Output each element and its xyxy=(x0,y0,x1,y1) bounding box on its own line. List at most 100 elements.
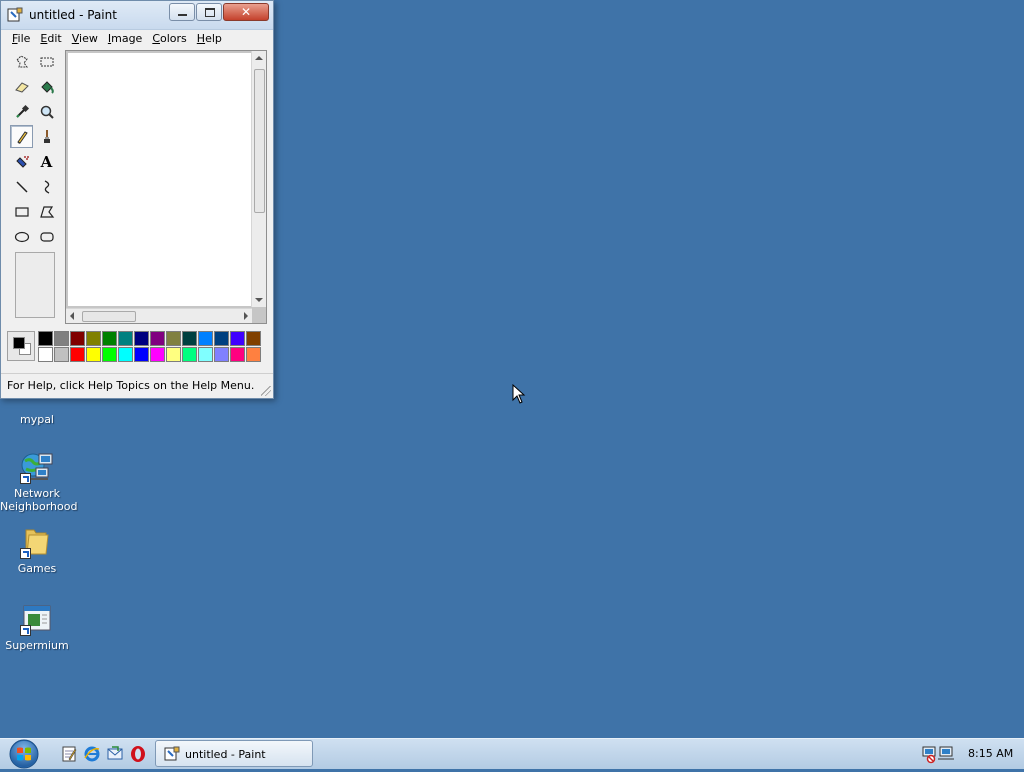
pencil-icon xyxy=(16,130,28,144)
color-swatch[interactable] xyxy=(166,347,181,362)
color-swatch[interactable] xyxy=(150,347,165,362)
eraser-tool[interactable] xyxy=(10,75,33,98)
rounded-rectangle-icon xyxy=(39,231,54,242)
windows-logo-icon xyxy=(9,739,39,769)
paint-window[interactable]: untitled - Paint ✕ File Edit View Image … xyxy=(0,0,274,399)
menu-help[interactable]: Help xyxy=(192,31,227,49)
close-icon: ✕ xyxy=(240,5,252,19)
outlook-express-icon[interactable] xyxy=(106,745,124,763)
color-swatch[interactable] xyxy=(246,347,261,362)
menu-file[interactable]: File xyxy=(7,31,35,49)
color-swatch[interactable] xyxy=(198,347,213,362)
color-swatch[interactable] xyxy=(230,331,245,346)
color-swatch[interactable] xyxy=(246,331,261,346)
color-swatch[interactable] xyxy=(134,347,149,362)
resize-grip-icon[interactable] xyxy=(261,386,271,396)
desktop-icon-supermium[interactable]: Supermium xyxy=(0,602,74,652)
color-palette xyxy=(7,331,269,363)
rectangle-tool[interactable] xyxy=(10,200,33,223)
maximize-button[interactable] xyxy=(196,3,222,21)
tool-options-box[interactable] xyxy=(15,252,55,318)
free-form-select-tool[interactable] xyxy=(10,50,33,73)
color-swatch[interactable] xyxy=(118,331,133,346)
menu-image[interactable]: Image xyxy=(103,31,147,49)
color-swatch[interactable] xyxy=(182,331,197,346)
color-swatch[interactable] xyxy=(70,331,85,346)
scroll-down-icon[interactable] xyxy=(255,298,263,302)
color-swatch[interactable] xyxy=(102,331,117,346)
text-tool[interactable]: A xyxy=(35,150,58,173)
eraser-icon xyxy=(14,81,29,93)
eyedropper-icon xyxy=(15,104,29,118)
paint-app-icon[interactable] xyxy=(7,7,23,23)
polygon-tool[interactable] xyxy=(35,200,58,223)
color-swatch[interactable] xyxy=(198,331,213,346)
curve-tool[interactable] xyxy=(35,175,58,198)
color-swatch[interactable] xyxy=(134,331,149,346)
line-icon xyxy=(15,180,28,193)
color-swatch[interactable] xyxy=(38,347,53,362)
desktop-icon-network-neighborhood[interactable]: Network Neighborhood xyxy=(0,450,78,513)
fill-bucket-icon xyxy=(40,80,54,94)
color-swatch[interactable] xyxy=(214,347,229,362)
scroll-left-icon[interactable] xyxy=(70,312,74,320)
rectangle-icon xyxy=(14,206,29,217)
color-swatch[interactable] xyxy=(230,347,245,362)
horizontal-scroll-thumb[interactable] xyxy=(82,311,136,322)
magnifier-tool[interactable] xyxy=(35,100,58,123)
color-swatch[interactable] xyxy=(54,347,69,362)
color-swatch[interactable] xyxy=(102,347,117,362)
canvas-viewport xyxy=(65,50,267,324)
color-swatch[interactable] xyxy=(86,331,101,346)
shortcut-arrow-icon xyxy=(20,548,31,559)
vertical-scrollbar[interactable] xyxy=(251,51,266,307)
desktop-icon-games[interactable]: Games xyxy=(0,525,74,575)
ellipse-tool[interactable] xyxy=(10,225,33,248)
vertical-scroll-thumb[interactable] xyxy=(254,69,265,213)
line-tool[interactable] xyxy=(10,175,33,198)
work-area: A xyxy=(1,48,273,328)
menu-edit[interactable]: Edit xyxy=(35,31,66,49)
clock[interactable]: 8:15 AM xyxy=(968,747,1013,760)
curve-icon xyxy=(44,179,49,194)
network-neighborhood-icon xyxy=(20,450,54,484)
opera-icon[interactable] xyxy=(129,745,147,763)
close-button[interactable]: ✕ xyxy=(223,3,269,21)
scroll-right-icon[interactable] xyxy=(244,312,248,320)
taskbar-button-paint[interactable]: untitled - Paint xyxy=(155,740,313,767)
menu-view[interactable]: View xyxy=(67,31,103,49)
color-swatch[interactable] xyxy=(38,331,53,346)
desktop-icon-label: Network Neighborhood xyxy=(0,487,78,513)
desktop-icon-label: Games xyxy=(17,562,57,575)
color-swatch[interactable] xyxy=(182,347,197,362)
horizontal-scrollbar[interactable] xyxy=(66,308,252,323)
color-swatch[interactable] xyxy=(86,347,101,362)
color-swatch[interactable] xyxy=(166,331,181,346)
start-button[interactable] xyxy=(4,739,44,769)
current-colors xyxy=(7,331,35,361)
color-swatch[interactable] xyxy=(54,331,69,346)
rounded-rectangle-tool[interactable] xyxy=(35,225,58,248)
color-swatch[interactable] xyxy=(70,347,85,362)
color-swatch[interactable] xyxy=(214,331,229,346)
menu-colors[interactable]: Colors xyxy=(147,31,191,49)
network-status-icon[interactable] xyxy=(922,744,956,764)
title-bar[interactable]: untitled - Paint ✕ xyxy=(1,1,273,30)
airbrush-tool[interactable] xyxy=(10,150,33,173)
mouse-cursor-icon xyxy=(512,384,526,404)
internet-explorer-icon[interactable] xyxy=(83,745,101,763)
select-tool[interactable] xyxy=(35,50,58,73)
fill-with-color-tool[interactable] xyxy=(35,75,58,98)
folder-icon xyxy=(20,525,54,559)
brush-tool[interactable] xyxy=(35,125,58,148)
notepad-icon[interactable] xyxy=(60,745,78,763)
pick-color-tool[interactable] xyxy=(10,100,33,123)
color-swatch[interactable] xyxy=(150,331,165,346)
pencil-tool[interactable] xyxy=(10,125,33,148)
desktop-icon-mypal[interactable]: mypal xyxy=(0,398,74,426)
select-icon xyxy=(40,57,53,66)
drawing-canvas[interactable] xyxy=(68,53,252,306)
minimize-button[interactable] xyxy=(169,3,195,21)
scroll-up-icon[interactable] xyxy=(255,56,263,60)
color-swatch[interactable] xyxy=(118,347,133,362)
